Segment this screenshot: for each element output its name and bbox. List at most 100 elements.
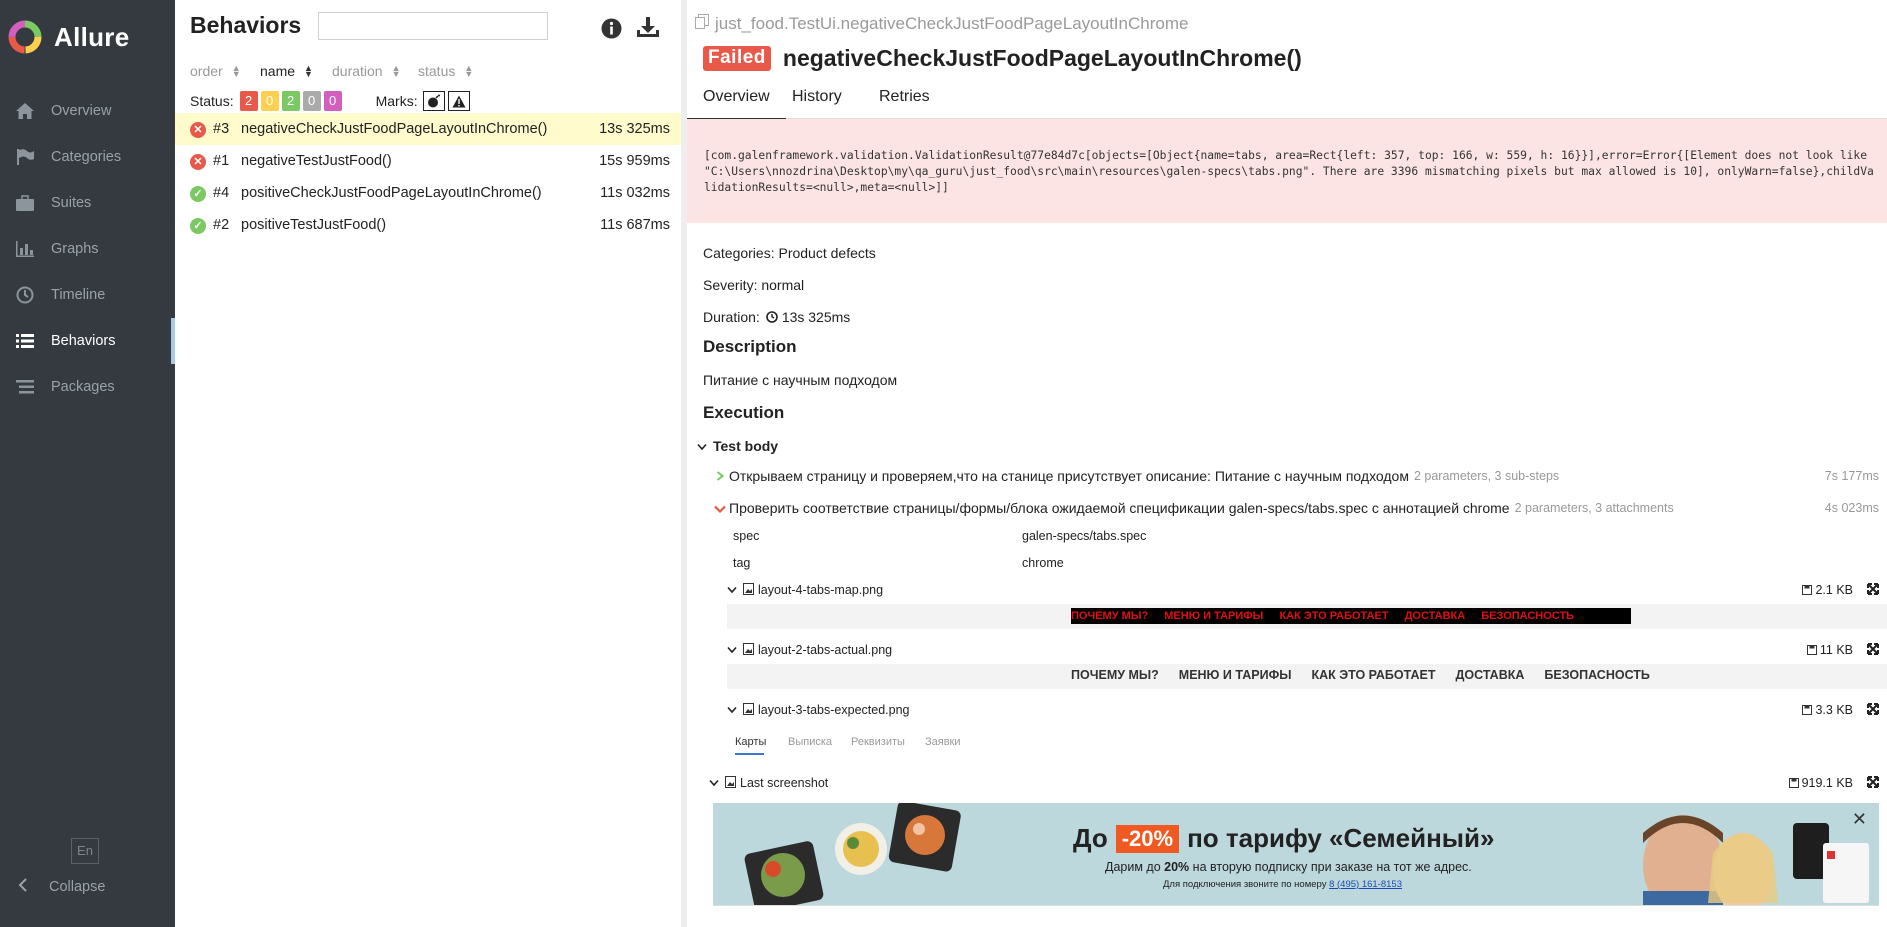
test-body-label: Test body xyxy=(713,438,779,454)
sidebar-item-suites[interactable]: Suites xyxy=(0,180,175,226)
status-badge-skipped[interactable]: 0 xyxy=(302,91,321,111)
status-badge-passed[interactable]: 2 xyxy=(281,91,300,111)
logo[interactable]: Allure xyxy=(8,20,129,54)
tree-row[interactable]: ✕ #1 negativeTestJustFood() 15s 959ms xyxy=(175,145,681,177)
sidebar-item-overview[interactable]: Overview xyxy=(0,88,175,134)
test-body-toggle[interactable]: Test body xyxy=(695,431,1887,461)
step-row[interactable]: Проверить соответствие страницы/формы/бл… xyxy=(713,493,1887,523)
attachment-name: Last screenshot xyxy=(740,776,829,790)
close-icon[interactable]: ✕ xyxy=(1852,809,1867,830)
tree-row[interactable]: ✕ #3 negativeCheckJustFoodPageLayoutInCh… xyxy=(175,113,681,145)
passed-status-icon: ✓ xyxy=(190,218,206,234)
banner-phone-line: Для подключения звоните по номеру 8 (495… xyxy=(1163,879,1402,890)
sort-arrows-icon: ▲ ▼ xyxy=(391,63,401,79)
tab-overview[interactable]: Overview xyxy=(687,88,786,121)
tab-label: БЕЗОПАСНОСТЬ xyxy=(1481,610,1575,622)
chevron-down-icon xyxy=(695,438,709,454)
attachment-name: layout-3-tabs-expected.png xyxy=(758,703,910,717)
failed-status-icon: ✕ xyxy=(190,122,206,138)
banner-subtitle: Дарим до 20% на вторую подписку при зака… xyxy=(1105,860,1472,874)
tab-retries[interactable]: Retries xyxy=(869,88,940,118)
tab-label: ПОЧЕМУ МЫ? xyxy=(1071,610,1149,622)
banner-sub-c: на вторую подписку при заказе на тот же … xyxy=(1192,860,1472,874)
attachment-size: 919.1 KB xyxy=(1788,776,1853,790)
active-tab-underline xyxy=(735,753,764,755)
sidebar-item-timeline[interactable]: Timeline xyxy=(0,272,175,318)
bomb-icon xyxy=(427,94,440,108)
language-button[interactable]: En xyxy=(71,838,99,864)
sidebar-item-graphs[interactable]: Graphs xyxy=(0,226,175,272)
expand-icon[interactable] xyxy=(1867,702,1879,718)
tree-row[interactable]: ✓ #4 positiveCheckJustFoodPageLayoutInCh… xyxy=(175,177,681,209)
image-file-icon xyxy=(743,642,754,658)
sidebar-item-packages[interactable]: Packages xyxy=(0,364,175,410)
sidebar-item-categories[interactable]: Categories xyxy=(0,134,175,180)
status-badge: Failed xyxy=(703,46,771,71)
packages-icon xyxy=(13,377,37,397)
attachment-row[interactable]: layout-2-tabs-actual.png 11 KB xyxy=(727,639,1887,661)
chevron-down-icon xyxy=(713,500,727,516)
row-name: positiveCheckJustFoodPageLayoutInChrome(… xyxy=(241,185,542,201)
attachment-size: 2.1 KB xyxy=(1802,583,1853,597)
expand-icon[interactable] xyxy=(1867,582,1879,598)
passed-status-icon: ✓ xyxy=(190,186,206,202)
categories-line: Categories: Product defects xyxy=(703,245,876,261)
app-name: Allure xyxy=(54,21,130,52)
chevron-down-icon xyxy=(727,643,737,657)
step-meta: 2 parameters, 3 attachments xyxy=(1514,501,1674,515)
info-icon[interactable] xyxy=(601,18,622,42)
attachment-size: 3.3 KB xyxy=(1802,703,1853,717)
sort-order[interactable]: order ▲ ▼ xyxy=(190,63,260,79)
duration-label: Duration: xyxy=(703,309,760,325)
row-number: #4 xyxy=(213,185,230,201)
sidebar-item-behaviors[interactable]: Behaviors xyxy=(0,318,175,364)
attachment-name: layout-4-tabs-map.png xyxy=(758,583,884,597)
status-badge-failed[interactable]: 2 xyxy=(239,91,258,111)
attachment-size-text: 11 KB xyxy=(1819,643,1853,657)
chevron-down-icon xyxy=(709,776,719,790)
sort-status[interactable]: status ▲ ▼ xyxy=(418,63,488,79)
save-icon xyxy=(1788,778,1799,788)
attachment-size-text: 3.3 KB xyxy=(1815,703,1853,717)
search-input[interactable] xyxy=(318,12,548,40)
breadcrumb-text: just_food.TestUi.negativeCheckJustFoodPa… xyxy=(715,14,1189,33)
collapse-button[interactable]: Collapse xyxy=(13,878,105,896)
banner-phone-number: 8 (495) 161-8153 xyxy=(1329,879,1402,890)
banner-sub-a: Дарим до xyxy=(1105,860,1161,874)
chevron-left-icon xyxy=(13,878,33,896)
tab-history[interactable]: History xyxy=(782,88,852,118)
tabs-expected-image: Карты Выписка Реквизиты Заявки xyxy=(735,728,1875,760)
step-meta: 2 parameters, 3 sub-steps xyxy=(1413,469,1560,483)
step-row[interactable]: Открываем страницу и проверяем,что на ст… xyxy=(713,461,1887,491)
sidebar-item-label: Overview xyxy=(51,103,112,119)
expand-icon[interactable] xyxy=(1867,642,1879,658)
status-badge-broken[interactable]: 0 xyxy=(260,91,279,111)
briefcase-icon xyxy=(13,193,37,213)
attachment-row[interactable]: layout-3-tabs-expected.png 3.3 KB xyxy=(727,699,1887,721)
breadcrumb[interactable]: just_food.TestUi.negativeCheckJustFoodPa… xyxy=(695,14,1188,34)
bar-chart-icon xyxy=(13,239,37,259)
sort-duration[interactable]: duration ▲ ▼ xyxy=(332,63,418,79)
attachment-size-text: 2.1 KB xyxy=(1815,583,1853,597)
status-badge-unknown[interactable]: 0 xyxy=(323,91,342,111)
download-icon[interactable] xyxy=(636,16,660,41)
attachment-row[interactable]: layout-4-tabs-map.png 2.1 KB xyxy=(727,579,1887,601)
marks-label: Marks: xyxy=(375,93,418,109)
tab-label: КАК ЭТО РАБОТАЕТ xyxy=(1279,610,1389,622)
new-failed-mark-toggle[interactable] xyxy=(447,91,470,111)
banner-title-pre: До xyxy=(1073,823,1108,853)
step-time: 4s 023ms xyxy=(1824,501,1879,515)
tree-row[interactable]: ✓ #2 positiveTestJustFood() 11s 687ms xyxy=(175,209,681,241)
banner-discount: -20% xyxy=(1115,824,1180,853)
sort-name[interactable]: name ▲ ▼ xyxy=(260,63,332,79)
screenshot-lower-area xyxy=(713,905,1879,927)
tab-label: Реквизиты xyxy=(851,736,905,748)
flaky-mark-toggle[interactable] xyxy=(422,91,445,111)
step-time: 7s 177ms xyxy=(1824,469,1879,483)
expand-icon[interactable] xyxy=(1867,775,1879,791)
tabs-map-strip: ПОЧЕМУ МЫ? МЕНЮ И ТАРИФЫ КАК ЭТО РАБОТАЕ… xyxy=(1071,608,1631,624)
copy-icon[interactable] xyxy=(695,14,709,34)
param-value: galen-specs/tabs.spec xyxy=(1022,529,1147,543)
attachment-row[interactable]: Last screenshot 919.1 KB xyxy=(709,772,1887,794)
screenshot-banner-image: До -20% по тарифу «Семейный» Дарим до 20… xyxy=(713,803,1879,905)
